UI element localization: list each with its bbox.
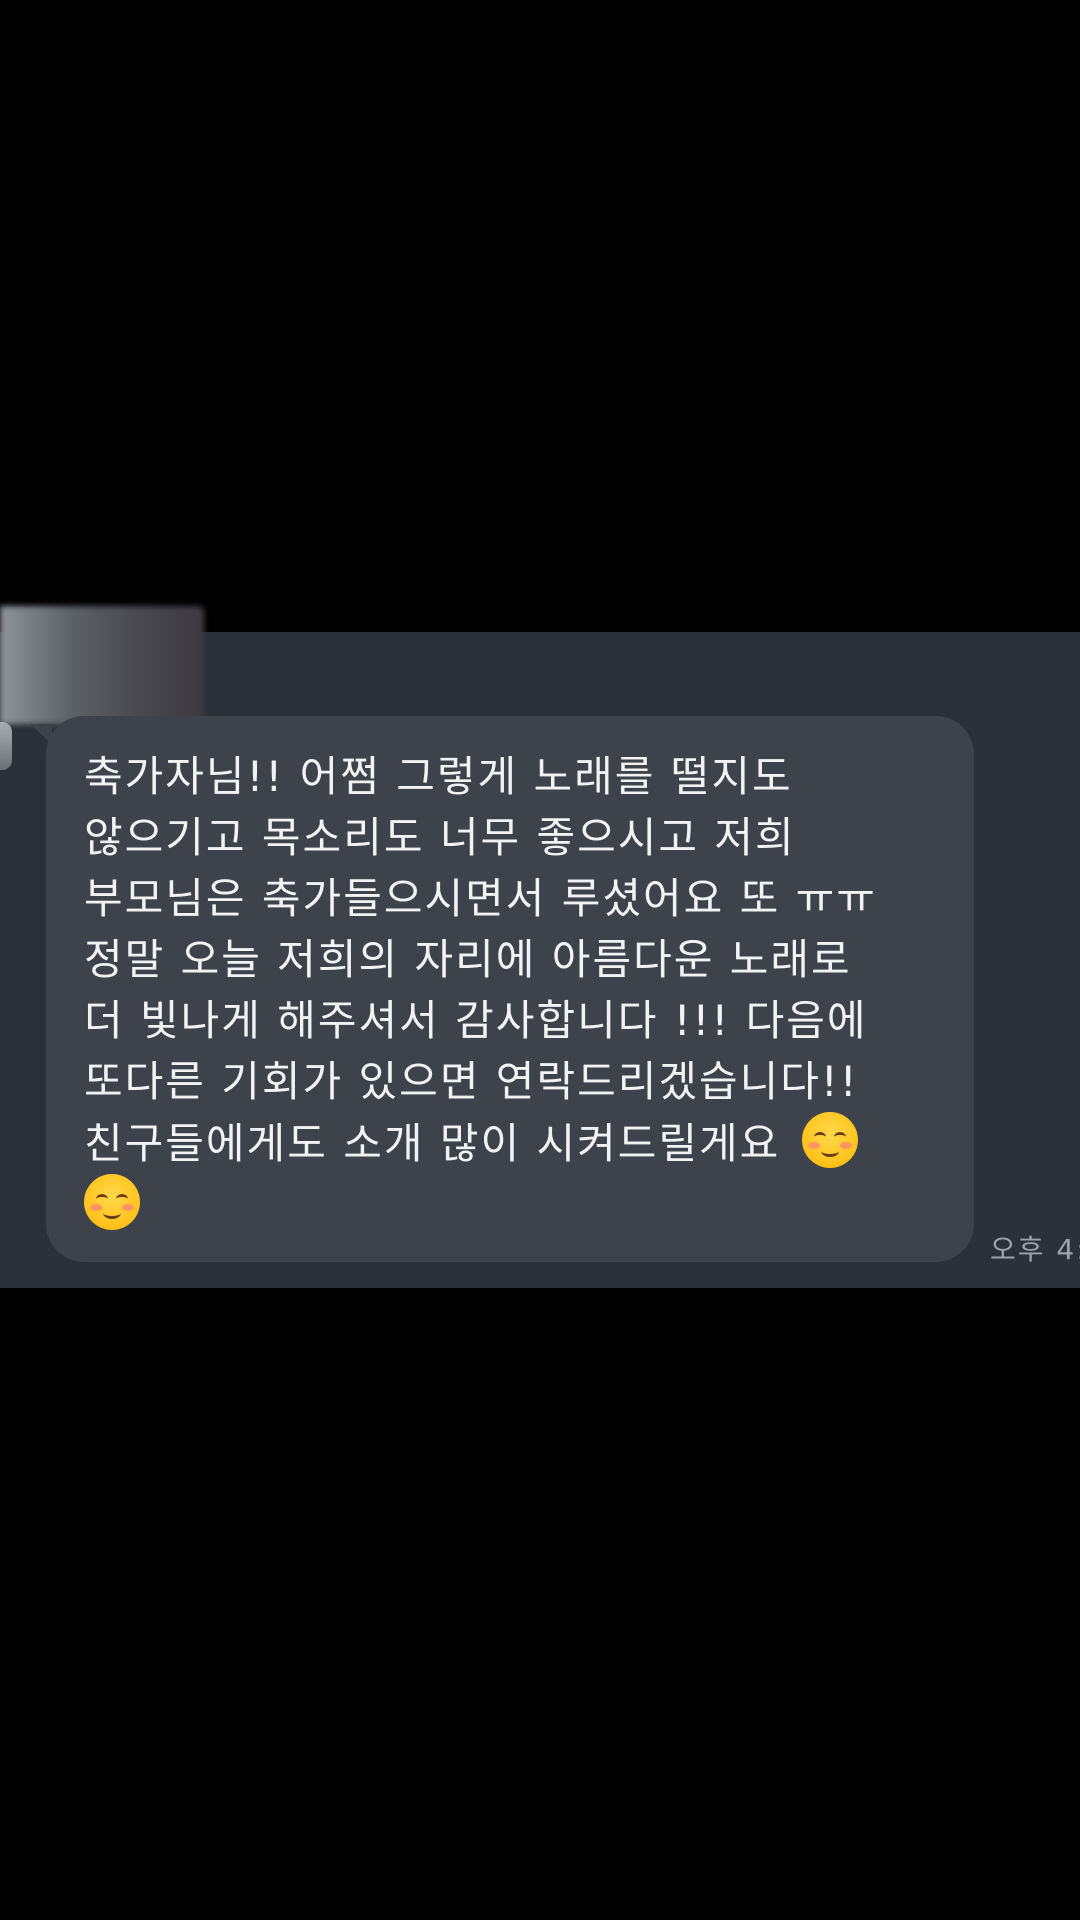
message-line-emoji — [84, 1174, 934, 1236]
message-text: 축가자님!! 어쩜 그렇게 노래를 떨지도 않으기고 목소리도 너무 좋으시고 … — [84, 746, 934, 1236]
message-line: 친구들에게도 소개 많이 시켜드릴게요 — [84, 1119, 781, 1168]
message-line: 더 빛나게 해주셔서 감사합니다 !!! 다음에 — [84, 996, 868, 1045]
message-line: 축가자님!! 어쩜 그렇게 노래를 떨지도 — [84, 752, 793, 801]
message-line: 않으기고 목소리도 너무 좋으시고 저희 — [84, 813, 796, 862]
sender-avatar-edge — [0, 722, 12, 770]
message-line: 또다른 기회가 있으면 연락드리겠습니다!! — [84, 1057, 859, 1106]
smiling-face-emoji-icon — [84, 1174, 140, 1230]
message-line: 부모님은 축가들으시면서 루셨어요 또 ㅠㅠ — [84, 874, 877, 923]
sender-avatar[interactable] — [0, 606, 204, 724]
message-bubble[interactable]: 축가자님!! 어쩜 그렇게 노래를 떨지도 않으기고 목소리도 너무 좋으시고 … — [46, 716, 974, 1262]
message-timestamp: 오후 4: — [990, 1233, 1080, 1266]
smiling-face-emoji-icon — [801, 1112, 858, 1168]
message-line-with-emoji: 친구들에게도 소개 많이 시켜드릴게요 — [84, 1112, 934, 1174]
screen: 축가자님!! 어쩜 그렇게 노래를 떨지도 않으기고 목소리도 너무 좋으시고 … — [0, 0, 1080, 1920]
message-line: 정말 오늘 저희의 자리에 아름다운 노래로 — [84, 935, 852, 984]
